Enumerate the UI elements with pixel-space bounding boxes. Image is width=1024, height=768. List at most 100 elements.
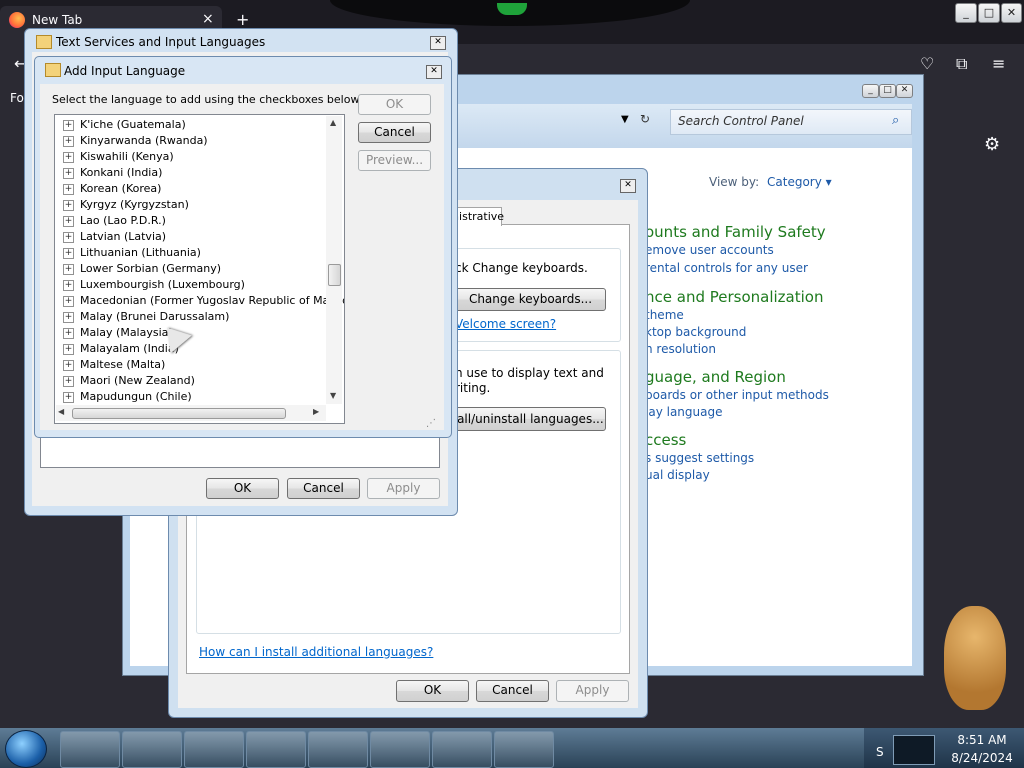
language-tree-item[interactable]: + Lower Sorbian (Germany) xyxy=(63,261,221,277)
ail-cancel-button[interactable]: Cancel xyxy=(358,122,431,143)
vertical-scroll-thumb[interactable] xyxy=(328,264,341,286)
taskbar-app-globe[interactable] xyxy=(184,731,244,768)
expand-icon[interactable]: + xyxy=(63,359,74,371)
category-link[interactable]: n resolution xyxy=(645,342,716,356)
expand-icon[interactable]: + xyxy=(63,151,74,163)
expand-icon[interactable]: + xyxy=(63,119,74,131)
welcome-screen-link[interactable]: Velcome screen? xyxy=(455,317,556,331)
expand-icon[interactable]: + xyxy=(63,215,74,227)
expand-icon[interactable]: + xyxy=(63,311,74,323)
scroll-right-icon[interactable]: ▶ xyxy=(313,407,319,416)
category-heading-ease-of-access[interactable]: ccess xyxy=(645,431,686,449)
taskbar-app-media-player[interactable] xyxy=(122,731,182,768)
rl-close-button[interactable]: ✕ xyxy=(620,179,636,193)
expand-icon[interactable]: + xyxy=(63,183,74,195)
rl-cancel-button[interactable]: Cancel xyxy=(476,680,549,702)
language-tree-item[interactable]: + Maori (New Zealand) xyxy=(63,373,195,389)
resize-grip-icon[interactable]: ⋰ xyxy=(426,418,436,429)
bookmark-item[interactable]: Fo xyxy=(10,91,24,105)
view-by-dropdown[interactable]: Category ▾ xyxy=(767,175,832,189)
minimize-button[interactable]: _ xyxy=(955,3,977,23)
taskbar-app-game[interactable] xyxy=(308,731,368,768)
category-link[interactable]: theme xyxy=(645,308,684,322)
taskbar-app-terminal[interactable] xyxy=(60,731,120,768)
taskbar-app-firefox[interactable] xyxy=(246,731,306,768)
expand-icon[interactable]: + xyxy=(63,295,74,307)
chevron-down-icon[interactable]: ▼ xyxy=(621,114,629,125)
language-tree-item[interactable]: + Latvian (Latvia) xyxy=(63,229,166,245)
new-tab-button[interactable]: + xyxy=(236,10,249,29)
category-link[interactable]: ktop background xyxy=(645,325,746,339)
maximize-button[interactable]: □ xyxy=(978,3,1000,23)
language-tree-item[interactable]: + Kyrgyz (Kyrgyzstan) xyxy=(63,197,189,213)
scroll-down-icon[interactable]: ▼ xyxy=(330,391,336,400)
cp-minimize-button[interactable]: _ xyxy=(862,84,879,98)
ts-apply-button[interactable]: Apply xyxy=(367,478,440,499)
pocket-icon[interactable]: ♡ xyxy=(920,54,934,73)
search-icon[interactable]: ⌕ xyxy=(892,113,899,128)
expand-icon[interactable]: + xyxy=(63,263,74,275)
ts-ok-button[interactable]: OK xyxy=(206,478,279,499)
language-tree-item[interactable]: + Kiswahili (Kenya) xyxy=(63,149,174,165)
language-tree-item[interactable]: + Lithuanian (Lithuania) xyxy=(63,245,201,261)
expand-icon[interactable]: + xyxy=(63,247,74,259)
expand-icon[interactable]: + xyxy=(63,327,74,339)
language-tree-item[interactable]: + Kinyarwanda (Rwanda) xyxy=(63,133,208,149)
cp-close-button[interactable]: ✕ xyxy=(896,84,913,98)
taskbar-app-control-panel[interactable] xyxy=(432,731,492,768)
category-heading-appearance[interactable]: nce and Personalization xyxy=(645,288,823,306)
ail-close-button[interactable]: ✕ xyxy=(426,65,442,79)
tab-close-icon[interactable]: × xyxy=(202,11,214,27)
extensions-icon[interactable]: ⧉ xyxy=(956,54,967,74)
close-button[interactable]: ✕ xyxy=(1001,3,1022,23)
category-heading-accounts[interactable]: ounts and Family Safety xyxy=(645,223,826,241)
install-languages-button[interactable]: tall/uninstall languages... xyxy=(450,407,606,431)
expand-icon[interactable]: + xyxy=(63,375,74,387)
ail-ok-button[interactable]: OK xyxy=(358,94,431,115)
language-tree-item[interactable]: + K'iche (Guatemala) xyxy=(63,117,186,133)
expand-icon[interactable]: + xyxy=(63,167,74,179)
tray-network-icon[interactable] xyxy=(893,735,935,765)
rl-ok-button[interactable]: OK xyxy=(396,680,469,702)
expand-icon[interactable]: + xyxy=(63,391,74,403)
ail-preview-button[interactable]: Preview... xyxy=(358,150,431,171)
language-tree-item[interactable]: + Luxembourgish (Luxembourg) xyxy=(63,277,245,293)
category-link[interactable]: ual display xyxy=(645,468,710,482)
language-tree-item[interactable]: + Maltese (Malta) xyxy=(63,357,165,373)
cp-maximize-button[interactable]: □ xyxy=(879,84,896,98)
clock-date[interactable]: 8/24/2024 xyxy=(940,751,1024,765)
language-tree-item[interactable]: + Malay (Brunei Darussalam) xyxy=(63,309,229,325)
category-link[interactable]: boards or other input methods xyxy=(645,388,829,402)
menu-icon[interactable]: ≡ xyxy=(992,54,1005,73)
category-heading-region[interactable]: guage, and Region xyxy=(645,368,786,386)
category-link[interactable]: emove user accounts xyxy=(645,243,774,257)
horizontal-scroll-thumb[interactable] xyxy=(72,408,286,419)
language-tree-item[interactable]: + Konkani (India) xyxy=(63,165,162,181)
start-button[interactable] xyxy=(5,730,47,768)
clock-time[interactable]: 8:51 AM xyxy=(940,733,1024,747)
vertical-scrollbar[interactable] xyxy=(326,116,342,404)
language-tree-item[interactable]: + Malay (Malaysia) xyxy=(63,325,173,341)
language-tree-item[interactable]: + Macedonian (Former Yugoslav Republic of… xyxy=(63,293,344,309)
expand-icon[interactable]: + xyxy=(63,279,74,291)
change-keyboards-button[interactable]: Change keyboards... xyxy=(455,288,606,311)
ts-cancel-button[interactable]: Cancel xyxy=(287,478,360,499)
language-tree-item[interactable]: + Mapudungun (Chile) xyxy=(63,389,192,405)
install-languages-help-link[interactable]: How can I install additional languages? xyxy=(199,645,433,659)
expand-icon[interactable]: + xyxy=(63,343,74,355)
refresh-icon[interactable]: ↻ xyxy=(640,112,650,126)
expand-icon[interactable]: + xyxy=(63,199,74,211)
language-tree[interactable]: + K'iche (Guatemala) + Kinyarwanda (Rwanda… xyxy=(54,114,345,424)
expand-icon[interactable]: + xyxy=(63,231,74,243)
scroll-up-icon[interactable]: ▲ xyxy=(330,118,336,127)
ts-close-button[interactable]: ✕ xyxy=(430,36,446,50)
language-tree-item[interactable]: + Korean (Korea) xyxy=(63,181,161,197)
scroll-left-icon[interactable]: ◀ xyxy=(58,407,64,416)
expand-icon[interactable]: + xyxy=(63,135,74,147)
category-link[interactable]: rental controls for any user xyxy=(645,261,808,275)
language-tree-item[interactable]: + Lao (Lao P.D.R.) xyxy=(63,213,166,229)
taskbar-app-language[interactable] xyxy=(494,731,554,768)
category-link[interactable]: s suggest settings xyxy=(645,451,754,465)
taskbar-app-monitor[interactable] xyxy=(370,731,430,768)
category-link[interactable]: lay language xyxy=(645,405,722,419)
